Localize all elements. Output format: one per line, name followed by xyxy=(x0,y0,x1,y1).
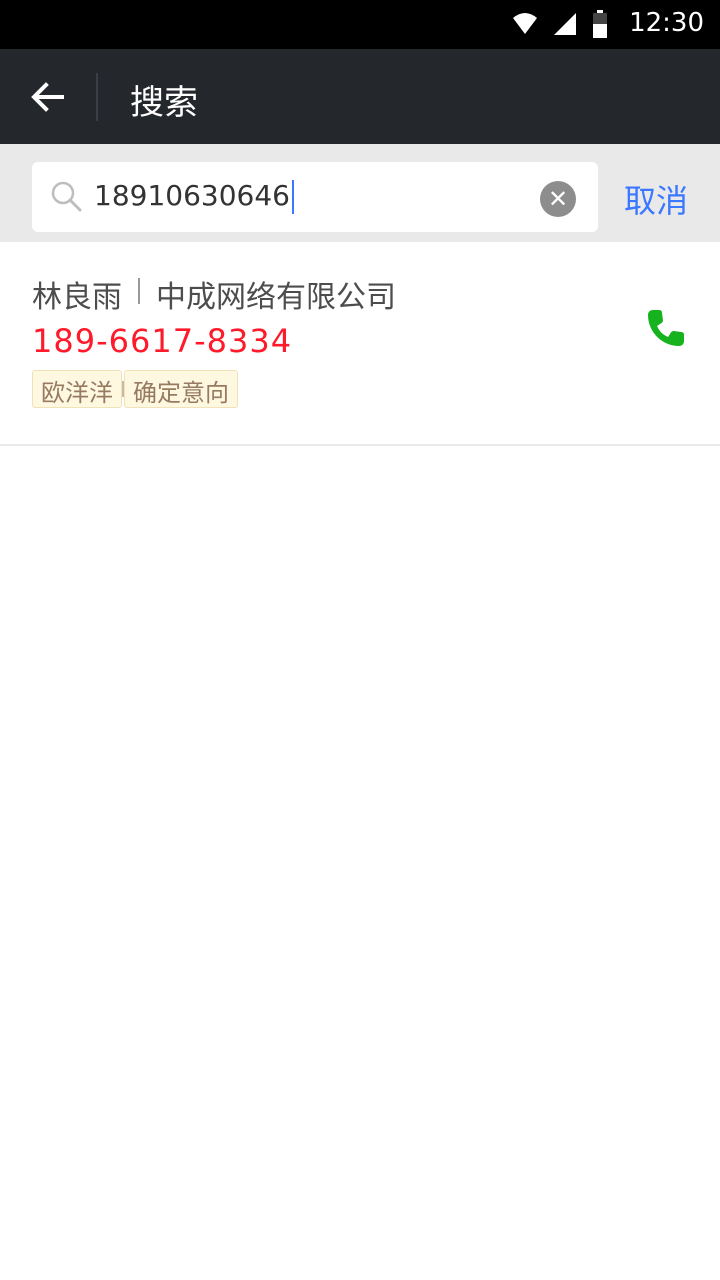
list-item[interactable]: 林良雨 中成网络有限公司 189-6617-8334 欧洋洋 确定意向 xyxy=(0,242,720,444)
app-bar: 搜索 xyxy=(0,49,720,144)
contact-name: 林良雨 xyxy=(32,280,122,315)
search-icon xyxy=(51,181,82,212)
status-bar: 12:30 xyxy=(0,0,720,49)
search-input[interactable]: 18910630646 ✕ xyxy=(32,162,598,232)
tag-owner: 欧洋洋 xyxy=(32,370,122,408)
tag-status: 确定意向 xyxy=(124,370,238,408)
phone-number: 189-6617-8334 xyxy=(32,322,293,360)
company-name: 中成网络有限公司 xyxy=(156,280,396,315)
search-query[interactable]: 18910630646 xyxy=(94,179,294,214)
name-company-separator xyxy=(138,278,140,304)
row-divider xyxy=(0,444,720,446)
cancel-button[interactable]: 取消 xyxy=(624,176,688,222)
phone-icon[interactable] xyxy=(644,306,688,350)
search-query-text: 18910630646 xyxy=(94,179,290,212)
search-bar: 18910630646 ✕ 取消 xyxy=(0,144,720,242)
app-bar-divider xyxy=(96,73,98,121)
back-arrow-icon[interactable] xyxy=(26,75,70,119)
wifi-icon xyxy=(513,13,537,34)
signal-icon xyxy=(554,13,576,35)
text-caret xyxy=(291,180,294,214)
status-time: 12:30 xyxy=(629,8,704,38)
tag-list: 欧洋洋 确定意向 xyxy=(32,370,238,408)
page-title: 搜索 xyxy=(130,83,198,123)
battery-icon xyxy=(593,10,607,38)
status-icons xyxy=(512,10,608,38)
clear-icon[interactable]: ✕ xyxy=(540,181,576,217)
